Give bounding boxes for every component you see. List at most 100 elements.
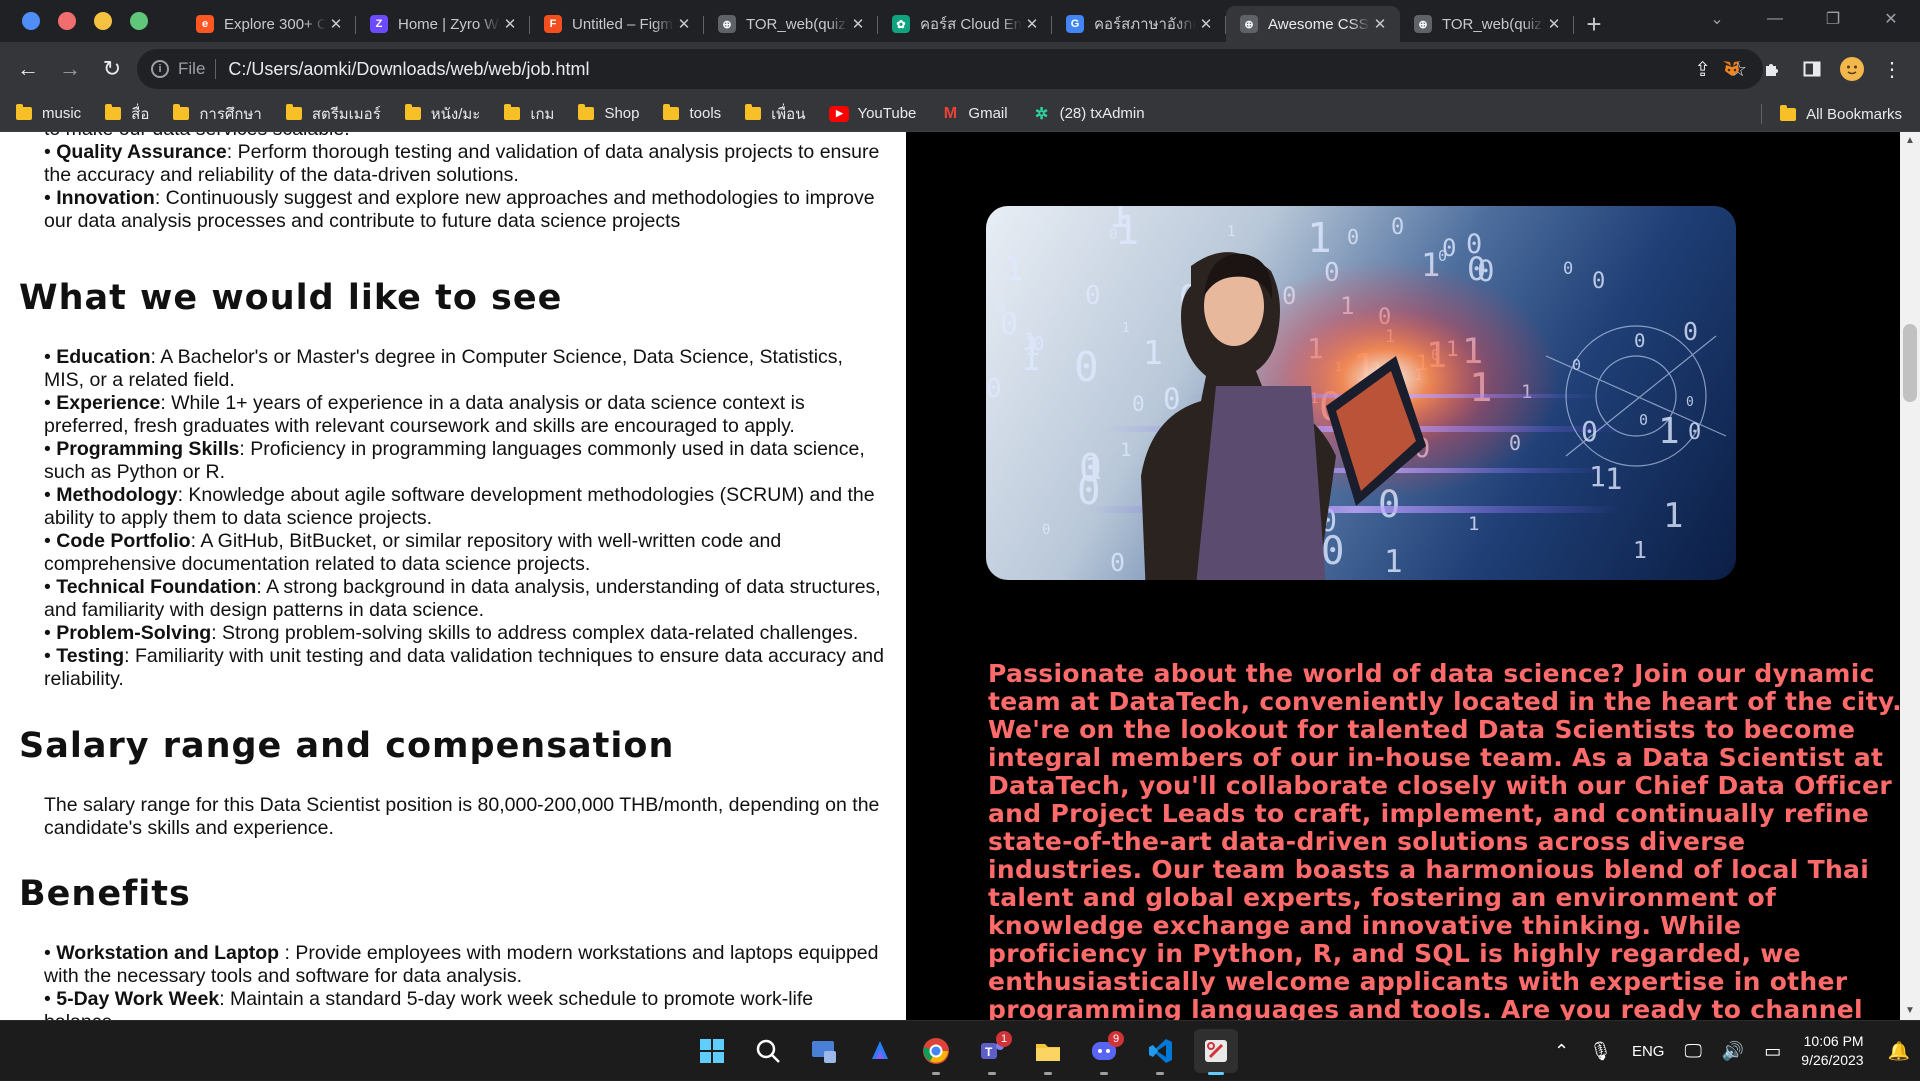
bookmark-item[interactable]: music: [16, 104, 82, 122]
bookmark-item[interactable]: เกม: [504, 102, 554, 126]
all-bookmarks-button[interactable]: All Bookmarks: [1761, 96, 1902, 132]
page-scrollbar[interactable]: ▲ ▼: [1900, 132, 1920, 1020]
clock[interactable]: 10:06 PM 9/26/2023: [1801, 1032, 1863, 1070]
browser-tab[interactable]: e Explore 300+ CSS Components✕: [182, 6, 356, 42]
side-panel-icon[interactable]: [1798, 55, 1826, 83]
volume-icon[interactable]: 🔊: [1722, 1041, 1744, 1062]
forward-button[interactable]: →: [52, 51, 88, 87]
folder-icon: [745, 104, 762, 120]
profile-dot-green[interactable]: [130, 12, 148, 30]
new-tab-button[interactable]: +: [1574, 6, 1614, 42]
minimize-button[interactable]: —: [1746, 10, 1804, 28]
teams-icon[interactable]: T1: [970, 1029, 1014, 1075]
bookmark-item[interactable]: ✲ (28) txAdmin: [1032, 105, 1145, 123]
bookmark-item[interactable]: สื่อ: [105, 102, 149, 126]
address-bar[interactable]: i File C:/Users/aomki/Downloads/web/web/…: [137, 49, 1763, 89]
profile-dot-red[interactable]: [58, 12, 76, 30]
tab-close-icon[interactable]: ✕: [1544, 15, 1564, 33]
scroll-down-arrow-icon[interactable]: ▼: [1900, 1002, 1920, 1020]
tab-favicon-icon: ✿: [892, 15, 910, 33]
language-indicator[interactable]: ENG: [1632, 1043, 1665, 1060]
folder-icon: [16, 104, 32, 120]
browser-tab[interactable]: ✿ คอร์ส Cloud Engineer✕: [878, 6, 1052, 42]
bullet-icon: •: [44, 484, 57, 506]
browser-tab[interactable]: ⊕ TOR_web(quiz) ✕: [704, 6, 878, 42]
back-button[interactable]: ←: [10, 51, 46, 87]
windows-start-icon[interactable]: [690, 1029, 734, 1073]
binary-digit: 1: [1023, 330, 1036, 355]
taskbar-apps: T1 9: [690, 1021, 1238, 1081]
task-manager-icon[interactable]: [802, 1029, 846, 1073]
snipping-tool-icon[interactable]: [1194, 1029, 1238, 1075]
tab-close-icon[interactable]: ✕: [674, 15, 694, 33]
list-item-term: Education: [56, 346, 151, 368]
battery-icon[interactable]: ▭: [1764, 1041, 1781, 1062]
list-item: • Technical Foundation: A strong backgro…: [44, 576, 884, 622]
url-text[interactable]: C:/Users/aomki/Downloads/web/web/job.htm…: [228, 59, 1694, 80]
binary-digit: 1: [1658, 411, 1680, 452]
profile-dot-yellow[interactable]: [94, 12, 112, 30]
tab-search-icon[interactable]: ⌄: [1688, 9, 1746, 29]
bookmark-item[interactable]: หนัง/มะ: [404, 102, 481, 126]
close-window-button[interactable]: ✕: [1862, 9, 1920, 29]
bookmark-item[interactable]: เพื่อน: [745, 102, 805, 126]
chrome-icon[interactable]: [914, 1029, 958, 1075]
folder-icon: [1780, 104, 1797, 121]
maximize-button[interactable]: ❐: [1804, 9, 1862, 29]
windows-taskbar: T1 9 ⌃ 🎙 ENG 🖵 🔊 ▭ 10:06 PM 9/26/2023 🔔: [0, 1020, 1920, 1080]
bookmark-label: music: [42, 105, 82, 122]
extensions-puzzle-icon[interactable]: [1758, 55, 1786, 83]
browser-tab[interactable]: ⊕ TOR_web(quiz) ✕: [1400, 6, 1574, 42]
profile-avatar[interactable]: [1838, 55, 1866, 83]
page-viewport[interactable]: to make our data services scalable. • Qu…: [0, 132, 1920, 1020]
copilot-icon[interactable]: [858, 1029, 902, 1073]
bookmark-label: หนัง/มะ: [430, 105, 481, 123]
share-icon[interactable]: ⇪: [1694, 57, 1711, 82]
profile-dot-blue[interactable]: [22, 12, 40, 30]
tab-close-icon[interactable]: ✕: [326, 15, 346, 33]
tab-close-icon[interactable]: ✕: [1196, 15, 1216, 33]
menu-kebab-icon[interactable]: ⋮: [1878, 55, 1906, 83]
browser-tab[interactable]: Z Home | Zyro Website Builder✕: [356, 6, 530, 42]
browser-tab[interactable]: ⊕ Awesome CSS Buttons✕: [1226, 6, 1400, 42]
clock-date: 9/26/2023: [1801, 1052, 1864, 1068]
bookmark-item[interactable]: tools: [663, 104, 722, 122]
tab-favicon-icon: ⊕: [1414, 15, 1432, 33]
bookmark-item[interactable]: ▶ YouTube: [829, 105, 916, 122]
tray-overflow-icon[interactable]: ⌃: [1554, 1041, 1569, 1062]
bullet-icon: •: [44, 346, 57, 368]
metamask-icon[interactable]: [1718, 55, 1746, 83]
list-item: • Code Portfolio: A GitHub, BitBucket, o…: [44, 530, 884, 576]
notifications-icon[interactable]: 🔔: [1888, 1041, 1910, 1062]
bookmark-item[interactable]: M Gmail: [940, 105, 1008, 123]
folder-icon: [285, 104, 302, 120]
bookmark-label: tools: [689, 105, 722, 122]
site-info-icon[interactable]: i: [151, 60, 169, 78]
microphone-icon[interactable]: 🎙: [1589, 1041, 1612, 1062]
scroll-up-arrow-icon[interactable]: ▲: [1900, 132, 1920, 150]
binary-digit: 0: [1639, 411, 1648, 429]
binary-digit: 0: [1042, 522, 1050, 538]
bullet-icon: •: [44, 141, 57, 163]
tab-close-icon[interactable]: ✕: [1370, 15, 1390, 33]
browser-tab[interactable]: G คอร์สภาษาอังกฤษ✕: [1052, 6, 1226, 42]
bookmark-item[interactable]: Shop: [578, 104, 639, 122]
bullet-icon: •: [44, 645, 57, 667]
scrollbar-thumb[interactable]: [1903, 324, 1917, 402]
tab-close-icon[interactable]: ✕: [500, 15, 520, 33]
bookmark-item[interactable]: การศึกษา: [173, 102, 262, 126]
folder-icon: [663, 104, 680, 120]
all-bookmarks-label: All Bookmarks: [1806, 105, 1902, 123]
search-icon[interactable]: [746, 1029, 790, 1073]
folder-icon[interactable]: [1026, 1029, 1070, 1075]
vscode-icon[interactable]: [1138, 1029, 1182, 1075]
tab-close-icon[interactable]: ✕: [848, 15, 868, 33]
network-icon[interactable]: 🖵: [1684, 1041, 1701, 1062]
discord-icon[interactable]: 9: [1082, 1029, 1126, 1075]
requirements-list: • Education: A Bachelor's or Master's de…: [44, 346, 884, 691]
bookmark-item[interactable]: สตรีมเมอร์: [285, 102, 381, 126]
reload-button[interactable]: ↻: [94, 51, 130, 87]
tab-title: TOR_web(quiz): [746, 15, 848, 33]
tab-close-icon[interactable]: ✕: [1022, 15, 1042, 33]
browser-tab[interactable]: F Untitled – Figma ✕: [530, 6, 704, 42]
